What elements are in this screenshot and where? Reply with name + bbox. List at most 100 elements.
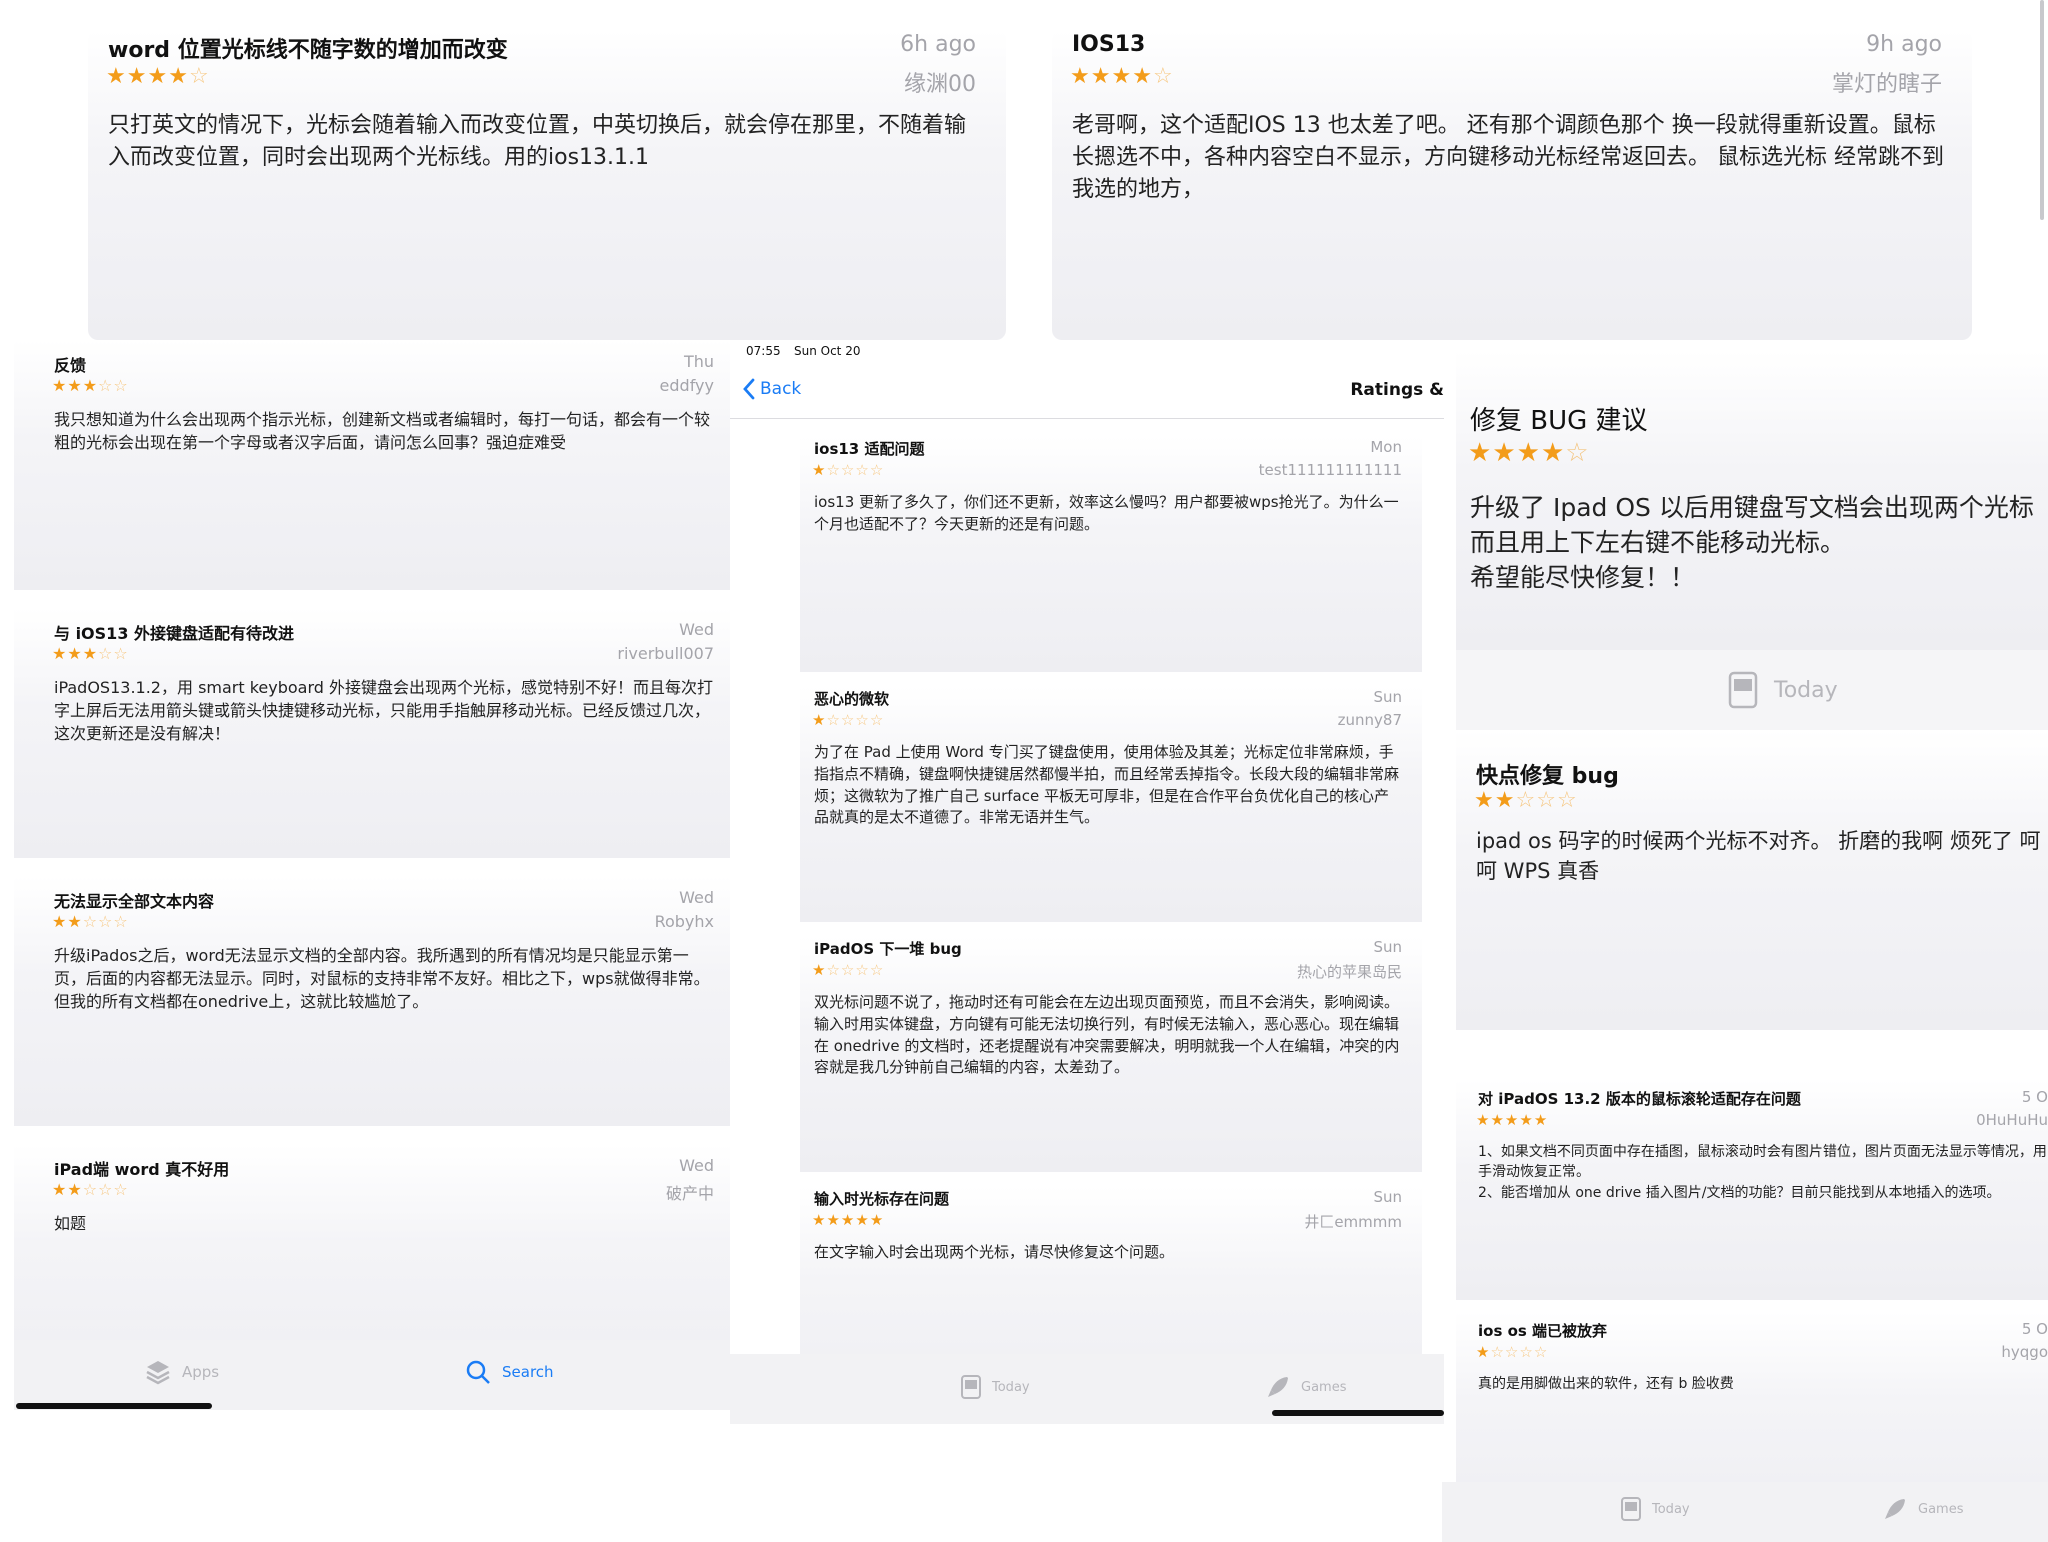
review-title: iPadOS 下一堆 bug bbox=[814, 940, 962, 958]
star-rating: ★★★★☆ bbox=[1070, 64, 1174, 89]
star-empty-icon: ☆ bbox=[1533, 1343, 1549, 1361]
star-empty-icon: ☆ bbox=[188, 64, 210, 89]
star-filled-icon: ★ bbox=[1490, 1111, 1505, 1129]
tab-today[interactable]: Today bbox=[1620, 1496, 1690, 1522]
star-rating: ★★☆☆☆ bbox=[52, 1180, 129, 1199]
review-title: ios os 端已被放弃 bbox=[1478, 1322, 1608, 1340]
star-empty-icon: ☆ bbox=[1536, 788, 1557, 813]
tab-bar: Today Games bbox=[1442, 1482, 2048, 1542]
review-card[interactable]: iPadOS 下一堆 bug Sun ★☆☆☆☆ 热心的苹果岛民 双光标问题不说了，拖动… bbox=[800, 936, 1422, 1172]
star-empty-icon: ☆ bbox=[1504, 1343, 1520, 1361]
today-icon bbox=[1728, 671, 1758, 709]
star-empty-icon: ☆ bbox=[113, 376, 129, 395]
home-indicator bbox=[1272, 1410, 1444, 1416]
star-filled-icon: ★ bbox=[1476, 1111, 1491, 1129]
star-rating: ★★★★☆ bbox=[106, 64, 210, 89]
star-empty-icon: ☆ bbox=[869, 711, 885, 729]
review-author: test111111111111 bbox=[1258, 461, 1402, 479]
review-date: Wed bbox=[679, 1156, 714, 1175]
review-author: hyqgo bbox=[2001, 1343, 2048, 1361]
review-body: 真的是用脚做出来的软件，还有 b 脸收费 bbox=[1478, 1376, 1734, 1392]
review-card[interactable]: 无法显示全部文本内容 Wed ★★☆☆☆ Robyhx 升级iPados之后，word无… bbox=[14, 876, 730, 1126]
star-empty-icon: ☆ bbox=[1519, 1343, 1534, 1361]
scrollbar[interactable] bbox=[2040, 0, 2044, 220]
right-review-panel: 修复 BUG 建议 ★★★★☆ 升级了 Ipad OS 以后用键盘写文档会出现两… bbox=[1442, 350, 2048, 1542]
star-filled-icon: ★ bbox=[106, 64, 127, 89]
status-date: Sun Oct 20 bbox=[794, 344, 861, 358]
star-empty-icon: ☆ bbox=[98, 376, 114, 395]
review-date: 6h ago bbox=[900, 32, 976, 57]
review-author: 井匚emmmm bbox=[1304, 1213, 1402, 1231]
star-empty-icon: ☆ bbox=[82, 1180, 99, 1199]
review-card[interactable]: 与 iOS13 外接键盘适配有待改进 Wed ★★★☆☆ riverbull007 iP… bbox=[14, 608, 730, 858]
tab-label: Today bbox=[992, 1379, 1030, 1395]
review-title: 恶心的微软 bbox=[814, 690, 890, 708]
home-indicator bbox=[16, 1403, 212, 1409]
star-empty-icon: ☆ bbox=[1556, 788, 1578, 813]
review-date: 5 O bbox=[2021, 1088, 2048, 1106]
review-title: 反馈 bbox=[54, 356, 87, 375]
star-filled-icon: ★ bbox=[840, 1211, 856, 1229]
tab-games[interactable]: Games bbox=[1265, 1374, 1346, 1400]
star-empty-icon: ☆ bbox=[1490, 1343, 1505, 1361]
review-author: 破产中 bbox=[665, 1184, 714, 1203]
review-author: 热心的苹果岛民 bbox=[1296, 963, 1402, 981]
review-date: 9h ago bbox=[1866, 32, 1942, 57]
review-body: 我只想知道为什么会出现两个指示光标，创建新文档或者编辑时，每打一句话，都会有一个… bbox=[54, 410, 711, 453]
star-filled-icon: ★ bbox=[82, 644, 99, 663]
tab-search[interactable]: Search bbox=[464, 1358, 554, 1386]
review-title: 输入时光标存在问题 bbox=[814, 1190, 950, 1208]
review-title: 与 iOS13 外接键盘适配有待改进 bbox=[54, 624, 295, 643]
star-filled-icon: ★ bbox=[1540, 438, 1566, 468]
star-empty-icon: ☆ bbox=[113, 912, 129, 931]
star-empty-icon: ☆ bbox=[869, 961, 885, 979]
back-button[interactable]: Back bbox=[742, 378, 801, 400]
review-card[interactable]: ios13 适配问题 Mon ★☆☆☆☆ test111111111111 ios13 … bbox=[800, 436, 1422, 672]
star-filled-icon: ★ bbox=[855, 1211, 870, 1229]
review-title: 无法显示全部文本内容 bbox=[54, 892, 215, 911]
review-author: 掌灯的瞎子 bbox=[1831, 72, 1942, 97]
tab-today[interactable]: Today bbox=[960, 1374, 1030, 1400]
star-filled-icon: ★ bbox=[1492, 438, 1517, 468]
star-filled-icon: ★ bbox=[812, 711, 827, 729]
tab-label: Games bbox=[1918, 1501, 1964, 1517]
review-title: ios13 适配问题 bbox=[814, 440, 925, 458]
star-filled-icon: ★ bbox=[869, 1211, 885, 1229]
search-icon bbox=[466, 1360, 490, 1384]
star-empty-icon: ☆ bbox=[98, 644, 114, 663]
review-card[interactable]: 恶心的微软 Sun ★☆☆☆☆ zunny87 为了在 Pad 上使用 Word 专门买… bbox=[800, 686, 1422, 922]
tab-apps[interactable]: Apps bbox=[144, 1358, 219, 1386]
star-rating: ★★★☆☆ bbox=[52, 376, 129, 395]
star-empty-icon: ☆ bbox=[840, 961, 856, 979]
star-filled-icon: ★ bbox=[52, 912, 68, 931]
tab-games[interactable]: Games bbox=[1882, 1496, 1963, 1522]
review-author: eddfyy bbox=[659, 376, 714, 395]
star-filled-icon: ★ bbox=[1516, 438, 1541, 468]
star-rating: ★☆☆☆☆ bbox=[812, 461, 884, 479]
star-empty-icon: ☆ bbox=[113, 644, 129, 663]
star-empty-icon: ☆ bbox=[82, 912, 99, 931]
star-filled-icon: ★ bbox=[126, 64, 148, 89]
star-empty-icon: ☆ bbox=[826, 961, 841, 979]
review-body: 升级了 Ipad OS 以后用键盘写文档会出现两个光标 而且用上下左右键不能移动… bbox=[1470, 493, 2034, 592]
review-body: 升级iPados之后，word无法显示文档的全部内容。我所遇到的所有情况均是只能… bbox=[54, 946, 710, 1012]
star-rating: ★★★☆☆ bbox=[52, 644, 129, 663]
nav-title: Ratings & bbox=[1350, 380, 1444, 400]
star-filled-icon: ★ bbox=[168, 64, 189, 89]
star-filled-icon: ★ bbox=[1070, 64, 1091, 89]
star-empty-icon: ☆ bbox=[1515, 788, 1537, 813]
star-rating: ★★★★☆ bbox=[1468, 438, 1590, 468]
review-card[interactable]: 反馈 Thu ★★★☆☆ eddfyy 我只想知道为什么会出现两个指示光标，创建新文档或… bbox=[14, 340, 730, 590]
review-card[interactable]: 对 iPadOS 13.2 版本的鼠标滚轮适配存在问题 5 O ★★★★★ 0HuHu… bbox=[1456, 1080, 2048, 1300]
apps-stack-icon bbox=[146, 1361, 170, 1385]
tab-label: Search bbox=[502, 1363, 554, 1381]
star-filled-icon: ★ bbox=[52, 1180, 68, 1199]
star-filled-icon: ★ bbox=[1504, 1111, 1520, 1129]
left-review-panel: 反馈 Thu ★★★☆☆ eddfyy 我只想知道为什么会出现两个指示光标，创建新文档或… bbox=[14, 340, 730, 1420]
star-empty-icon: ☆ bbox=[840, 711, 856, 729]
star-empty-icon: ☆ bbox=[869, 461, 885, 479]
review-title: iPad端 word 真不好用 bbox=[54, 1160, 230, 1179]
tab-bar: Apps Search bbox=[14, 1340, 730, 1410]
star-rating: ★☆☆☆☆ bbox=[812, 961, 884, 979]
star-rating: ★★★★★ bbox=[812, 1211, 884, 1229]
